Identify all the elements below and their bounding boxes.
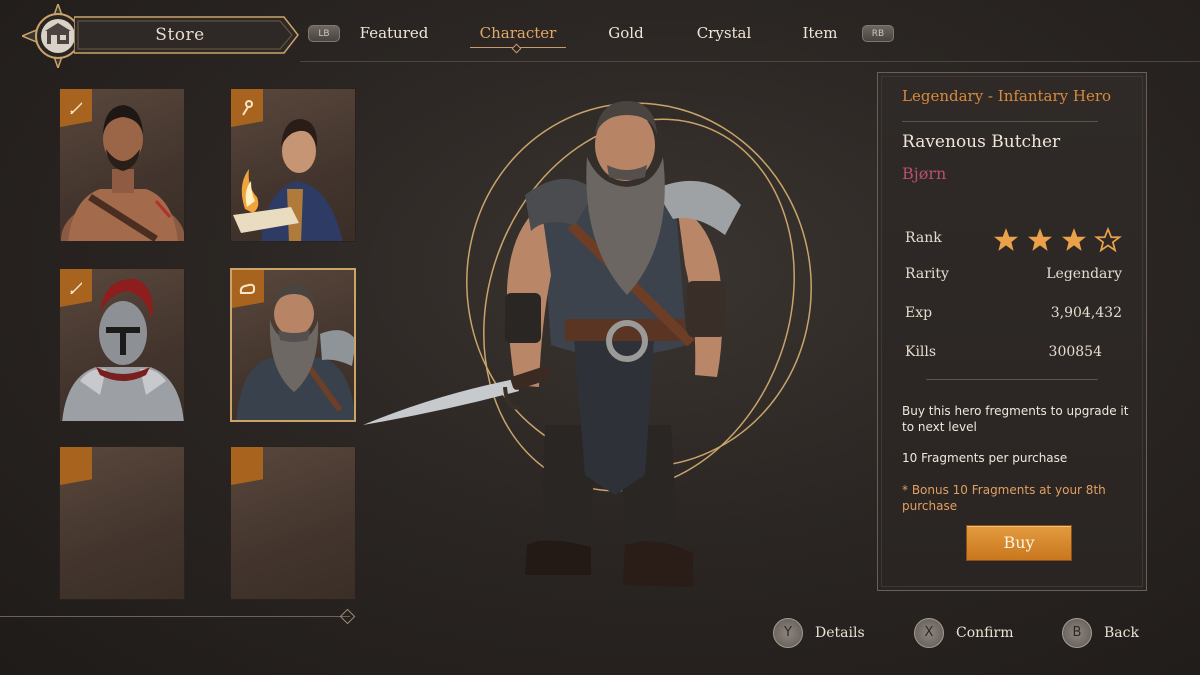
sword-icon (60, 89, 92, 127)
kills-label: Kills (905, 344, 937, 360)
exp-label: Exp (905, 305, 933, 321)
tab-crystal[interactable]: Crystal (688, 20, 760, 46)
x-button-icon: X (914, 618, 944, 648)
hero-class-title: Legendary - Infantary Hero (902, 87, 1112, 105)
tab-gold[interactable]: Gold (598, 20, 654, 46)
hero-showcase (355, 95, 835, 595)
star-filled-icon (1028, 228, 1052, 251)
empty-slot-tag (231, 447, 263, 485)
tab-featured[interactable]: Featured (352, 20, 436, 46)
confirm-label: Confirm (956, 625, 1014, 641)
details-hint[interactable]: Y Details (773, 618, 865, 648)
purchase-description: Buy this hero fregments to upgrade it to… (902, 404, 1129, 434)
rank-stars (992, 227, 1122, 253)
bonus-info: * Bonus 10 Fragments at your 8th purchas… (902, 483, 1106, 513)
details-label: Details (815, 625, 865, 641)
store-label: Store (155, 25, 205, 45)
back-label: Back (1104, 625, 1139, 641)
buy-button[interactable]: Buy (966, 525, 1072, 561)
fist-icon (232, 270, 264, 308)
grid-divider (0, 616, 350, 617)
panel-divider (926, 379, 1098, 380)
header-divider (300, 61, 1200, 62)
character-card-empty[interactable] (230, 446, 356, 600)
rarity-label: Rarity (905, 266, 949, 282)
star-filled-icon (1062, 228, 1086, 251)
star-outline-icon (1094, 227, 1122, 253)
staff-icon (231, 89, 263, 127)
character-card-warrior[interactable] (59, 88, 185, 242)
sword-icon (60, 269, 92, 307)
panel-divider (902, 121, 1098, 122)
tab-item[interactable]: Item (796, 20, 844, 46)
b-button-icon: B (1062, 618, 1092, 648)
kills-value: 300854 (1048, 344, 1102, 360)
empty-slot-tag (60, 447, 92, 485)
hero-info-panel: Legendary - Infantary Hero Ravenous Butc… (877, 72, 1147, 591)
hero-alias: Bjørn (902, 164, 947, 183)
rank-label: Rank (905, 230, 942, 246)
character-card-spartan[interactable] (59, 268, 185, 422)
y-button-icon: Y (773, 618, 803, 648)
fragments-info: 10 Fragments per purchase (902, 451, 1068, 465)
exp-value: 3,904,432 (1050, 305, 1122, 321)
character-card-dwarf[interactable] (230, 268, 356, 422)
rb-bumper[interactable]: RB (862, 25, 894, 42)
character-card-mage[interactable] (230, 88, 356, 242)
dwarf-hero-figure (363, 101, 741, 587)
confirm-hint[interactable]: X Confirm (914, 618, 1013, 648)
scroll-arrow-icon[interactable] (339, 608, 356, 625)
tab-character[interactable]: Character (470, 20, 566, 46)
character-card-empty[interactable] (59, 446, 185, 600)
rarity-value: Legendary (1046, 266, 1122, 282)
star-filled-icon (994, 228, 1018, 251)
hero-name: Ravenous Butcher (902, 132, 1061, 152)
back-hint[interactable]: B Back (1062, 618, 1139, 648)
lb-bumper[interactable]: LB (308, 25, 340, 42)
